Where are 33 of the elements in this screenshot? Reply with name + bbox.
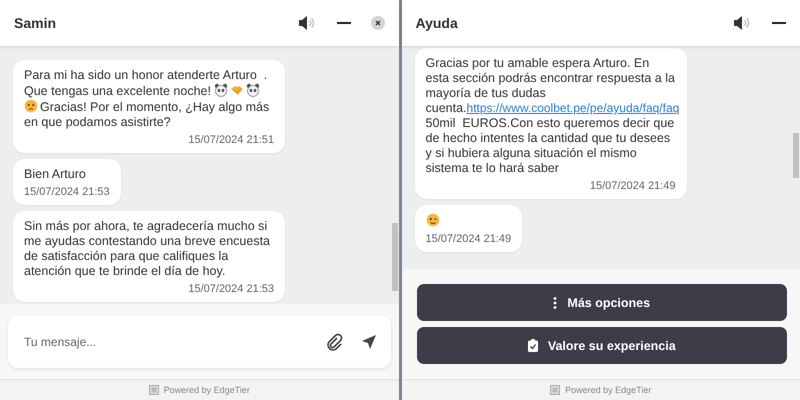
message-text: Para mi ha sido un honor atenderte Arturo . Que tengas una excelente noche! Gracias! Por el momento, ¿Hay algo más en que podamos asistirte? [24, 68, 270, 130]
panda-icon [246, 83, 260, 97]
clipboard-check-icon [528, 339, 538, 352]
message-text: Bien Arturo [24, 167, 87, 182]
powered-by-text: Powered by EdgeTier [565, 385, 652, 395]
chat-title: Ayuda [416, 15, 458, 31]
face-icon [426, 213, 440, 227]
powered-by-text: Powered by EdgeTier [164, 385, 250, 395]
face-icon [24, 99, 38, 113]
faq-link[interactable]: https://www.coolbet.pe/pe/ayuda/faq/faq [466, 101, 680, 115]
message-input[interactable]: Tu mensaje... [8, 316, 390, 368]
minimize-icon[interactable] [772, 21, 786, 25]
close-icon[interactable] [370, 16, 384, 30]
logo-icon [148, 385, 159, 395]
message-time: 15/07/2024 21:53 [187, 283, 274, 295]
send-icon[interactable] [360, 334, 376, 350]
panda-icon [214, 83, 228, 97]
message-field[interactable]: Tu mensaje... [22, 334, 306, 350]
message-time: 15/07/2024 21:53 [24, 186, 110, 198]
message-time: 15/07/2024 21:51 [187, 134, 274, 146]
minimize-icon[interactable] [336, 21, 350, 25]
chat-title: Samin [14, 15, 56, 31]
speaker-icon[interactable] [732, 15, 752, 31]
speaker-icon[interactable] [296, 15, 316, 31]
message-time: 15/07/2024 21:49 [588, 180, 676, 192]
message-text: Sin más por ahora, te agradecería mucho si me ayudas contestando una breve encuesta de satisfacción para que califiques la atención que te brinde el día de hoy. [24, 219, 272, 279]
rate-experience-button[interactable]: Valore su experiencia [416, 327, 787, 364]
dots-icon [553, 296, 558, 308]
paperclip-icon[interactable] [324, 332, 342, 350]
handshake-icon [230, 83, 244, 97]
more-options-button[interactable]: Más opciones [416, 284, 787, 321]
logo-icon [550, 385, 560, 395]
message-time: 15/07/2024 21:49 [426, 233, 512, 245]
